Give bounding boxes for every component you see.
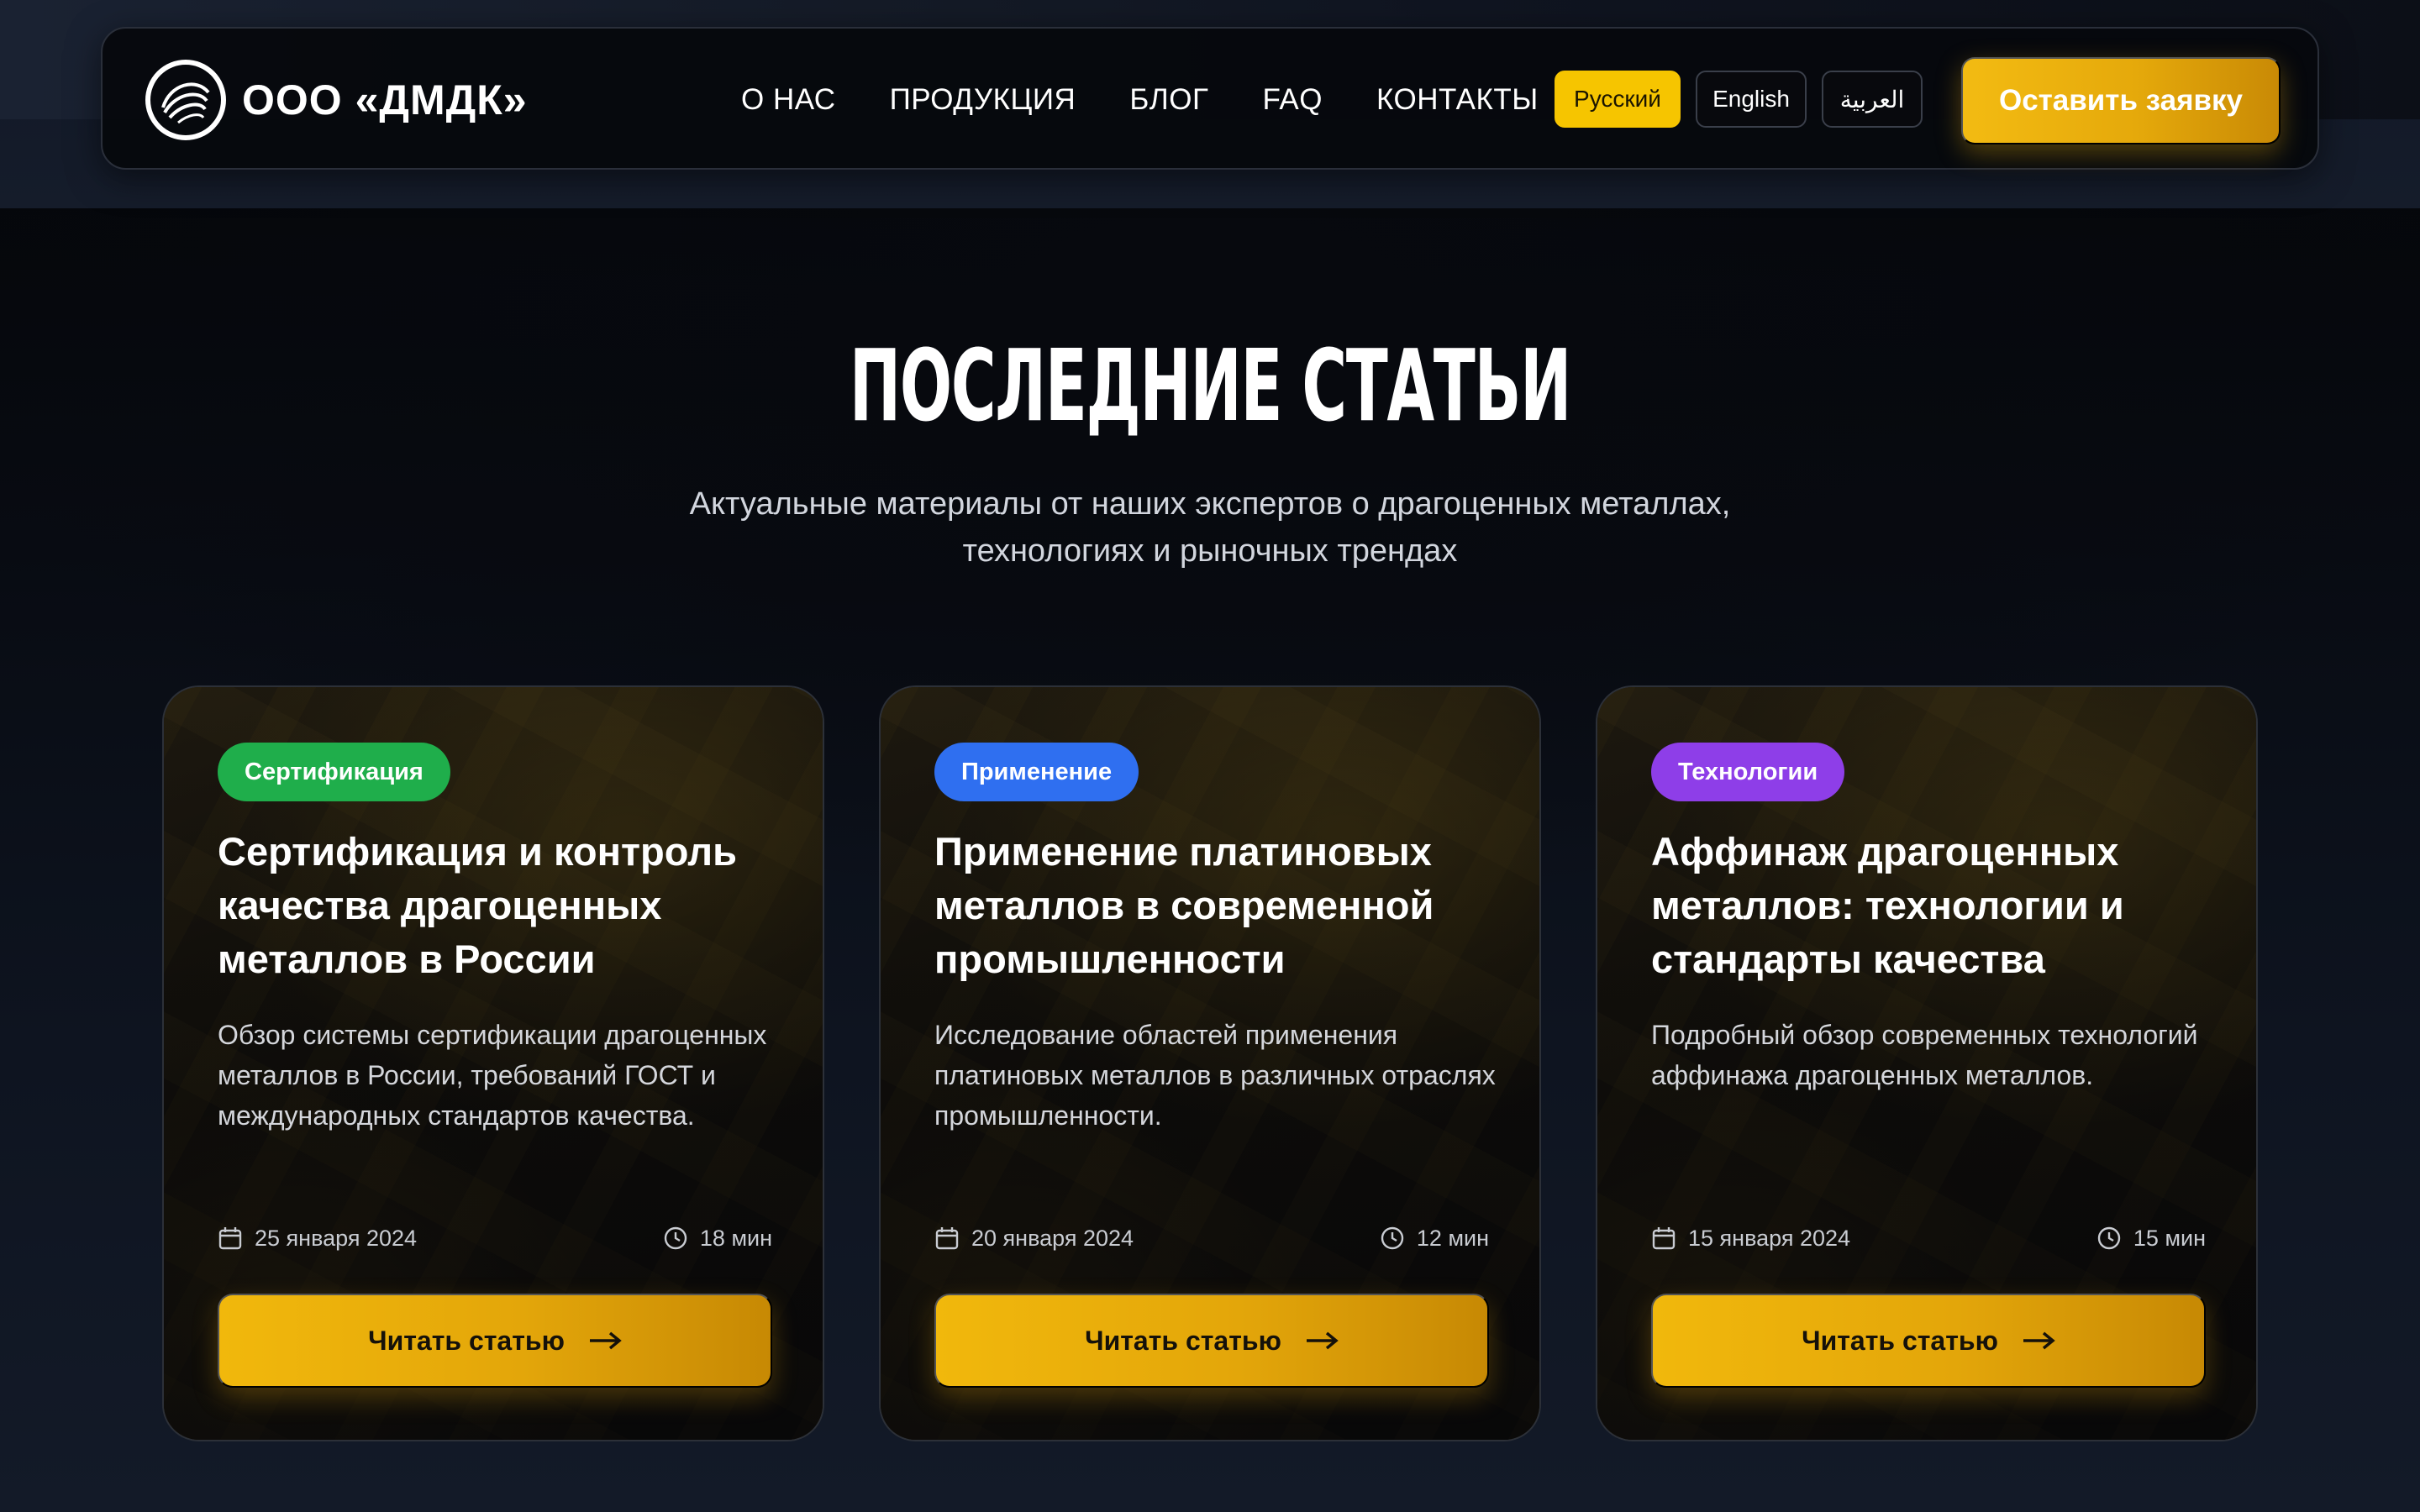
article-meta: 15 января 2024 15 мин bbox=[1651, 1221, 2206, 1255]
calendar-icon bbox=[218, 1227, 242, 1250]
read-article-button[interactable]: Читать статью bbox=[1651, 1294, 2206, 1388]
nav-link-contacts[interactable]: КОНТАКТЫ bbox=[1376, 83, 1539, 117]
article-read-time: 18 мин bbox=[663, 1226, 772, 1252]
read-article-label: Читать статью bbox=[1085, 1325, 1281, 1356]
article-date: 20 января 2024 bbox=[934, 1226, 1134, 1252]
main-nav: О НАС ПРОДУКЦИЯ БЛОГ FAQ КОНТАКТЫ bbox=[741, 29, 1539, 171]
subtitle-line-1: Актуальные материалы от наших экспертов … bbox=[689, 486, 1731, 522]
clock-icon bbox=[664, 1226, 687, 1250]
arrow-right-icon bbox=[1306, 1331, 1339, 1350]
read-time-text: 12 мин bbox=[1416, 1225, 1489, 1251]
article-description: Исследование областей применения платино… bbox=[934, 1020, 1496, 1131]
read-article-label: Читать статью bbox=[368, 1325, 565, 1356]
clock-icon bbox=[2097, 1226, 2121, 1250]
section-subtitle: Актуальные материалы от наших экспертов … bbox=[605, 480, 1815, 575]
article-title[interactable]: Сертификация и контроль качества драгоце… bbox=[218, 825, 789, 986]
nav-link-products[interactable]: ПРОДУКЦИЯ bbox=[890, 83, 1076, 117]
date-text: 25 января 2024 bbox=[255, 1225, 418, 1251]
page: ООО «ДМДК» О НАС ПРОДУКЦИЯ БЛОГ FAQ КОНТ… bbox=[0, 0, 2420, 1512]
subtitle-line-2: технологиях и рыночных трендах bbox=[962, 533, 1458, 569]
lang-button-english[interactable]: English bbox=[1696, 71, 1807, 128]
navbar: ООО «ДМДК» О НАС ПРОДУКЦИЯ БЛОГ FAQ КОНТ… bbox=[101, 27, 2319, 170]
article-meta: 20 января 2024 12 мин bbox=[934, 1221, 1489, 1255]
article-date: 15 января 2024 bbox=[1651, 1226, 1850, 1252]
read-article-label: Читать статью bbox=[1802, 1325, 1998, 1356]
read-time-text: 18 мин bbox=[699, 1225, 772, 1251]
brand-name: ООО «ДМДК» bbox=[242, 76, 528, 123]
clock-icon bbox=[1381, 1226, 1404, 1250]
category-badge[interactable]: Сертификация bbox=[218, 743, 450, 801]
section-title: ПОСЛЕДНИЕ СТАТЬИ bbox=[849, 328, 1571, 444]
arrow-right-icon bbox=[2023, 1331, 2055, 1350]
lang-button-arabic[interactable]: العربية bbox=[1822, 71, 1923, 128]
nav-link-blog[interactable]: БЛОГ bbox=[1129, 83, 1208, 117]
category-badge[interactable]: Применение bbox=[934, 743, 1139, 801]
article-description: Обзор системы сертификации драгоценных м… bbox=[218, 1020, 767, 1131]
nav-link-about[interactable]: О НАС bbox=[741, 83, 836, 117]
read-article-button[interactable]: Читать статью bbox=[218, 1294, 772, 1388]
date-text: 20 января 2024 bbox=[971, 1225, 1134, 1251]
article-read-time: 15 мин bbox=[2096, 1226, 2206, 1252]
calendar-icon bbox=[1652, 1227, 1676, 1250]
nav-link-faq[interactable]: FAQ bbox=[1262, 83, 1323, 117]
article-title[interactable]: Применение платиновых металлов в совреме… bbox=[934, 825, 1506, 986]
article-title[interactable]: Аффинаж драгоценных металлов: технологии… bbox=[1651, 825, 2223, 986]
article-description: Подробный обзор современных технологий а… bbox=[1651, 1020, 2198, 1090]
leave-request-button[interactable]: Оставить заявку bbox=[1961, 57, 2281, 144]
calendar-icon bbox=[935, 1227, 959, 1250]
article-card[interactable]: Применение Применение платиновых металло… bbox=[879, 685, 1541, 1441]
circular-swirl-logo-icon bbox=[145, 59, 227, 141]
date-text: 15 января 2024 bbox=[1688, 1225, 1851, 1251]
article-meta: 25 января 2024 18 мин bbox=[218, 1221, 772, 1255]
article-card[interactable]: Сертификация Сертификация и контроль кач… bbox=[162, 685, 824, 1441]
article-card[interactable]: Технологии Аффинаж драгоценных металлов:… bbox=[1596, 685, 2258, 1441]
read-article-button[interactable]: Читать статью bbox=[934, 1294, 1489, 1388]
category-badge[interactable]: Технологии bbox=[1651, 743, 1845, 801]
read-time-text: 15 мин bbox=[2133, 1225, 2206, 1251]
language-switcher: Русский English العربية bbox=[1555, 71, 1923, 128]
logo[interactable]: ООО «ДМДК» bbox=[145, 59, 528, 141]
arrow-right-icon bbox=[589, 1331, 622, 1350]
article-read-time: 12 мин bbox=[1380, 1226, 1489, 1252]
article-date: 25 января 2024 bbox=[218, 1226, 417, 1252]
lang-button-russian[interactable]: Русский bbox=[1555, 71, 1681, 128]
